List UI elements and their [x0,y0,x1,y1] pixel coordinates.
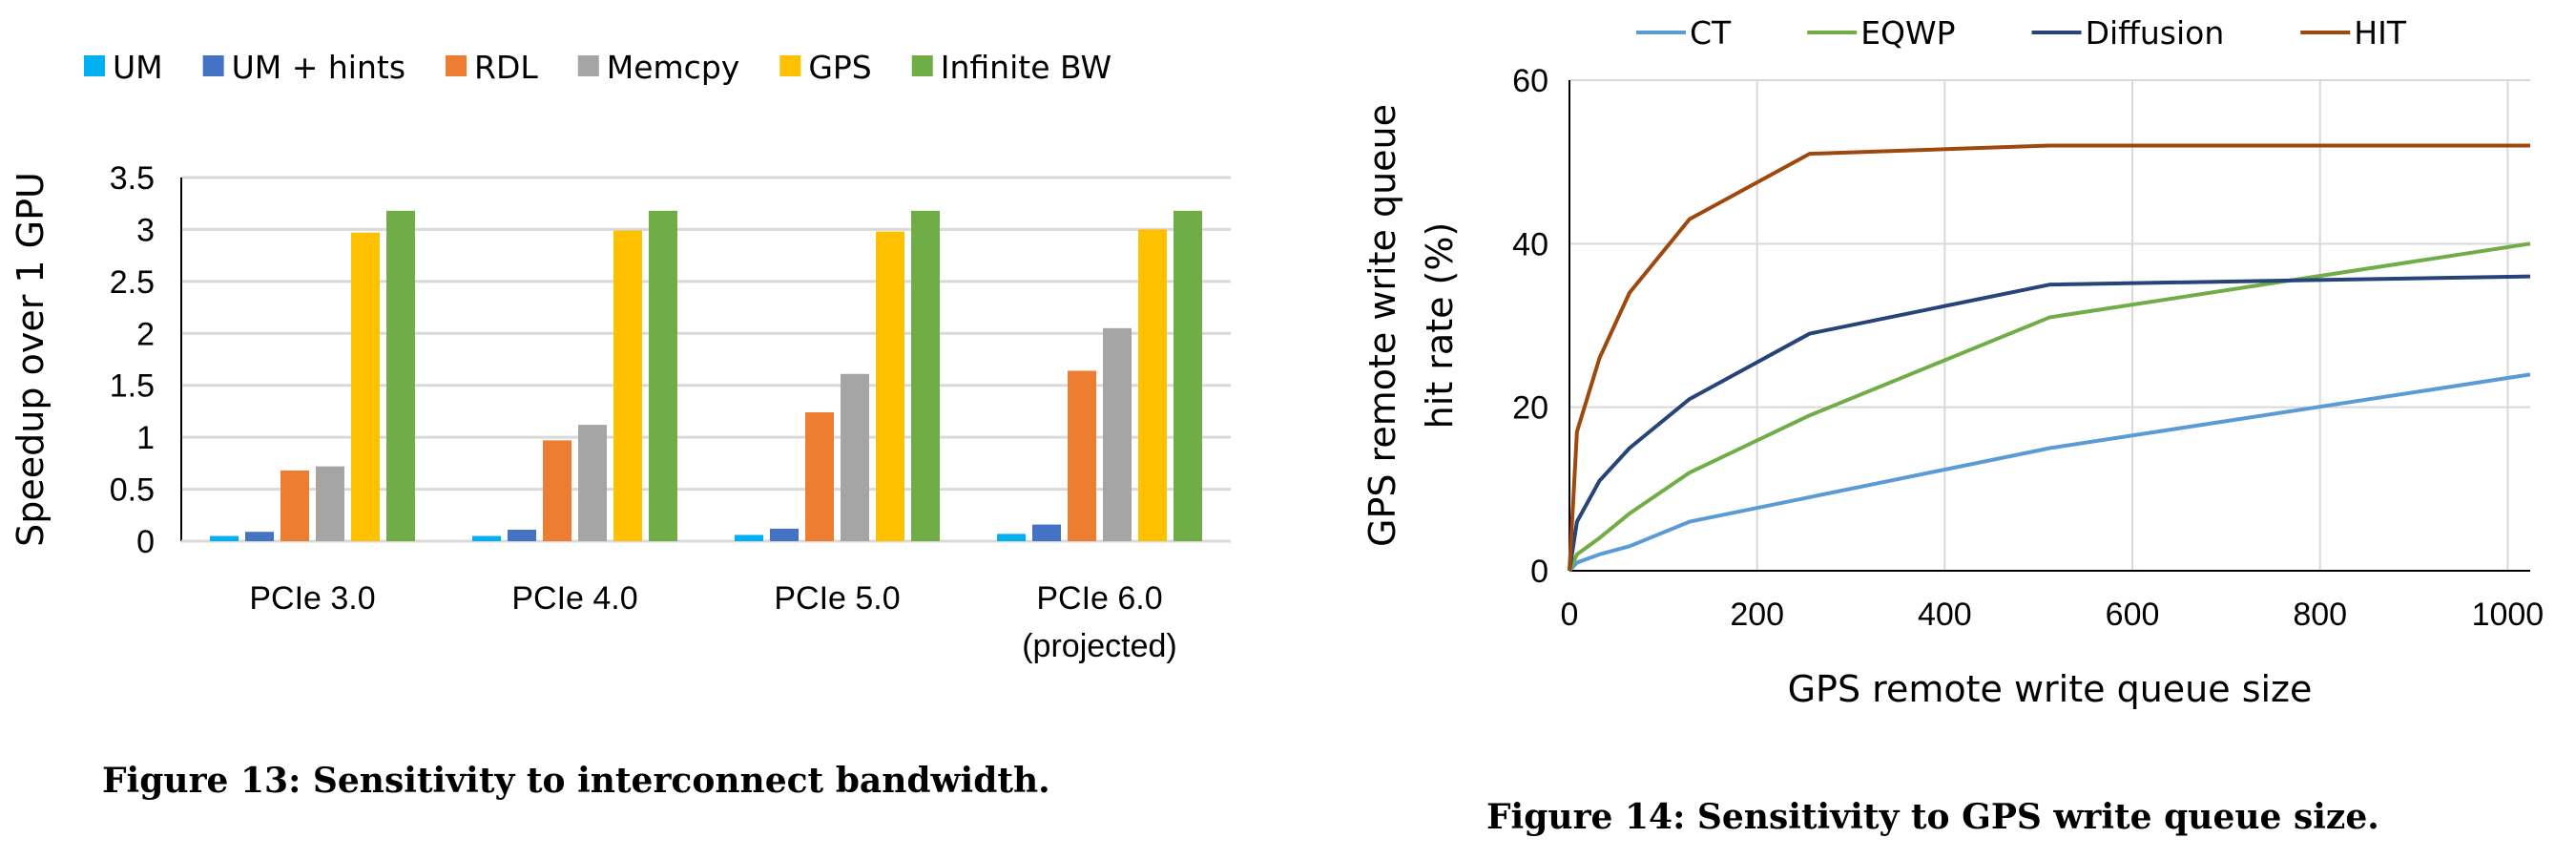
legend-label: Memcpy [607,49,740,86]
legend-swatch [779,55,801,76]
figure-canvas: 0 0.5 1 1.5 2 2.5 3 3.5 PCIe 3.0 PCIe 4.0 PCIe 5.0… [10,14,2544,837]
x-tick-label: PCIe 6.0 [1036,580,1162,617]
legend-label: UM [113,49,163,86]
bar-gps [351,232,380,542]
bar-infinite-bw [649,210,677,541]
bar-chart-speedup: 0 0.5 1 1.5 2 2.5 3 3.5 PCIe 3.0 PCIe 4.0 PCIe 5.0… [10,49,1231,664]
x-tick-label: PCIe 4.0 [511,580,637,617]
y-axis-label-line2: hit rate (%) [1419,222,1461,430]
bar-um-hints [770,528,799,541]
y-tick-label: 0 [136,524,155,560]
y-tick-label: 40 [1512,226,1548,262]
legend-swatch [202,55,224,76]
bar-memcpy [1103,327,1132,541]
bar-gps [876,231,904,541]
bar-gps [613,230,642,541]
bar-um [210,535,239,541]
bar-um-hints [508,530,536,541]
figure-14-caption: Figure 14: Sensitivity to GPS write queu… [1486,797,2379,837]
x-tick-label: 800 [2293,597,2347,633]
bar-um-hints [245,532,274,541]
y-axis-label-line1: GPS remote write queue [1361,104,1403,547]
legend-label: GPS [808,49,871,86]
legend-label: EQWP [1860,14,1955,52]
y-tick-label: 1.5 [110,368,155,405]
legend-label: Diffusion [2086,14,2225,52]
legend-swatch [911,55,933,76]
bar-um [997,534,1026,541]
x-tick-label: PCIe 3.0 [249,580,375,617]
y-axis-label: Speedup over 1 GPU [10,172,52,547]
legend-swatch [577,55,599,76]
y-tick-label: 3.5 [110,160,155,197]
legend-label: Infinite BW [941,49,1111,86]
legend-swatch [84,55,105,76]
legend-label: CT [1690,14,1732,52]
y-tick-label: 3 [136,212,155,248]
bar-rdl [543,440,571,541]
bar-rdl [280,470,309,541]
x-tick-label: 0 [1561,597,1579,633]
series-line-hit [1568,143,2530,572]
bar-infinite-bw [911,210,940,541]
bar-um [472,535,501,541]
bar-rdl [1068,370,1096,541]
y-tick-label: 60 [1512,63,1548,99]
x-tick-label: 400 [1918,597,1972,633]
y-tick-label: 1 [136,420,155,456]
bar-um-hints [1032,524,1061,541]
series-line-ct [1568,372,2531,573]
y-tick-label: 0 [1530,554,1548,590]
bar-memcpy [578,425,607,541]
x-tick-label: 200 [1730,597,1784,633]
legend-label: UM + hints [232,49,405,86]
bar-memcpy [316,466,344,541]
y-tick-label: 2 [136,316,155,352]
series-line-diffusion [1568,274,2531,572]
legend-swatch [446,55,467,76]
bar-infinite-bw [386,210,415,541]
legend-label: RDL [474,49,538,86]
bar-rdl [805,412,834,541]
bar-gps [1138,229,1167,541]
y-tick-label: 2.5 [110,264,155,301]
line-chart-hit-rate: 0 200 400 600 800 1000 0 20 40 60 GPS remote write… [1361,14,2544,710]
y-tick-label: 0.5 [110,472,155,509]
legend-label: HIT [2354,14,2407,52]
x-tick-label: (projected) [1022,628,1177,664]
bar-memcpy [841,373,869,541]
x-tick-label: PCIe 5.0 [774,580,900,617]
x-tick-label: 1000 [2472,597,2545,633]
x-tick-label: 600 [2106,597,2160,633]
bar-infinite-bw [1174,210,1202,541]
bar-um [735,534,763,541]
y-tick-label: 20 [1512,390,1548,427]
x-axis-label: GPS remote write queue size [1788,668,2313,710]
figure-13-caption: Figure 13: Sensitivity to interconnect b… [102,761,1050,801]
